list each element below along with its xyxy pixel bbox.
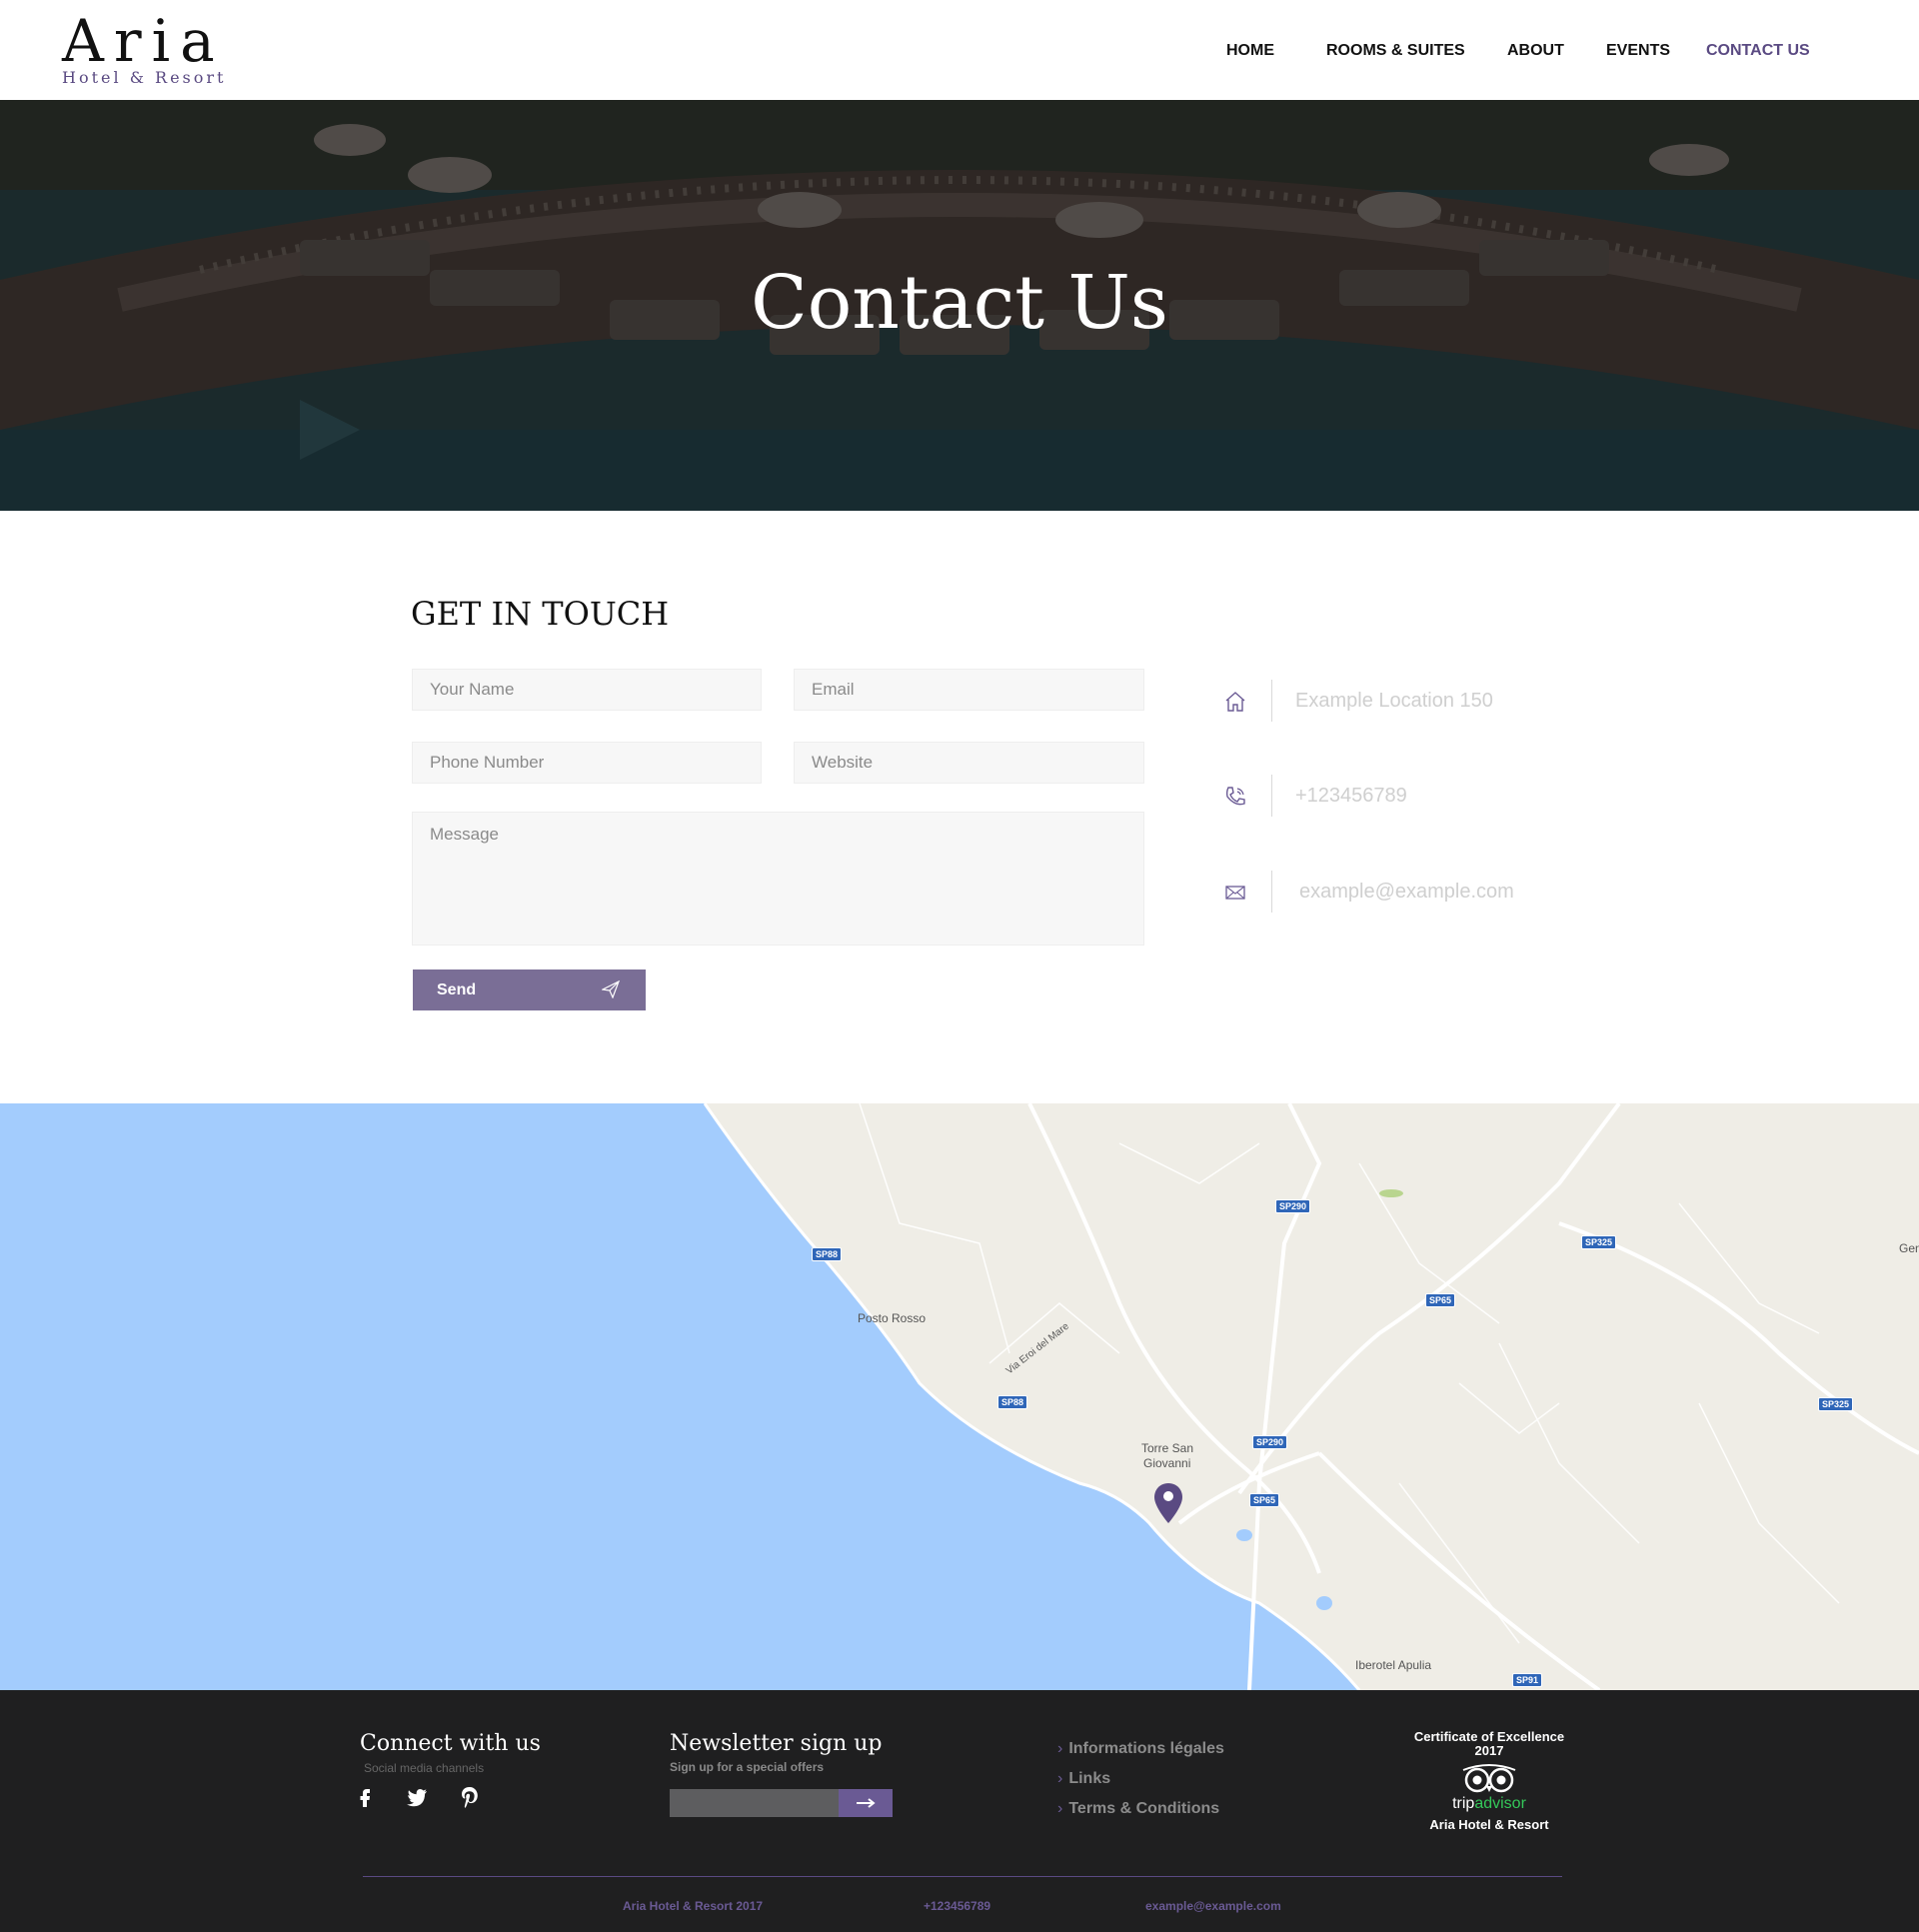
connect-title: Connect with us (360, 1731, 541, 1756)
tripadvisor-wordmark: tripadvisor (1389, 1795, 1589, 1813)
chevron-right-icon: › (1057, 1800, 1063, 1817)
pinterest-icon[interactable] (458, 1785, 482, 1809)
cert-line-1: Certificate of Excellence (1413, 1729, 1565, 1744)
footer-copyright: Aria Hotel & Resort 2017 (623, 1899, 764, 1913)
paper-plane-icon (602, 980, 620, 998)
map-pin-icon[interactable] (1152, 1481, 1184, 1525)
footer-link-label: Terms & Conditions (1068, 1800, 1220, 1817)
site-header: Aria Hotel & Resort HOME ROOMS & SUITES … (0, 0, 1919, 100)
page-title: Contact Us (751, 260, 1168, 346)
footer-email[interactable]: example@example.com (1145, 1899, 1281, 1913)
section-title: GET IN TOUCH (411, 595, 670, 633)
road-badge: SP65 (1425, 1293, 1456, 1307)
main-nav: HOME ROOMS & SUITES ABOUT EVENTS CONTACT… (0, 42, 1919, 64)
connect-subtitle: Social media channels (364, 1761, 485, 1775)
advisor-text: advisor (1474, 1795, 1526, 1812)
site-footer (0, 1690, 1919, 1932)
nav-home[interactable]: HOME (1226, 42, 1274, 60)
chevron-right-icon: › (1057, 1770, 1063, 1787)
map-label-iberotel: Iberotel Apulia (1355, 1658, 1432, 1672)
cert-hotel-name: Aria Hotel & Resort (1429, 1817, 1549, 1832)
nav-about[interactable]: ABOUT (1507, 42, 1564, 60)
newsletter-title: Newsletter sign up (670, 1731, 883, 1756)
footer-link-legal[interactable]: › Informations légales (1057, 1740, 1224, 1758)
map-label-torre-1: Torre San (1141, 1441, 1194, 1455)
map-label-gen: Gen (1899, 1241, 1919, 1255)
newsletter-email-input[interactable] (670, 1789, 840, 1817)
map-canvas (0, 1103, 1919, 1690)
phone-input[interactable] (412, 742, 762, 784)
road-badge: SP88 (812, 1247, 843, 1261)
send-button[interactable]: Send (413, 969, 646, 1010)
email-text: example@example.com (1299, 881, 1514, 903)
road-badge: SP325 (1818, 1397, 1854, 1411)
phone-icon (1225, 787, 1245, 806)
home-icon (1225, 692, 1245, 712)
road-badge: SP290 (1275, 1199, 1311, 1213)
trip-text: trip (1452, 1795, 1475, 1812)
chevron-right-icon: › (1057, 1740, 1063, 1757)
message-textarea[interactable] (412, 812, 1144, 946)
newsletter-subtitle: Sign up for a special offers (670, 1760, 825, 1774)
address-text: Example Location 150 (1295, 690, 1493, 712)
website-input[interactable] (794, 742, 1144, 784)
phone-text: +123456789 (1295, 785, 1407, 807)
newsletter-submit-button[interactable] (839, 1789, 893, 1817)
tripadvisor-certificate[interactable]: Certificate of Excellence 2017 tripadvis… (1389, 1729, 1589, 1832)
footer-phone[interactable]: +123456789 (924, 1899, 990, 1913)
send-button-label: Send (437, 980, 477, 998)
envelope-icon (1225, 886, 1245, 900)
road-badge: SP290 (1252, 1435, 1288, 1449)
facebook-icon[interactable] (353, 1785, 377, 1809)
info-address: Example Location 150 (1219, 680, 1619, 722)
name-input[interactable] (412, 669, 762, 711)
hero-banner: Contact Us (0, 100, 1919, 511)
footer-link-label: Informations légales (1068, 1740, 1224, 1757)
nav-events[interactable]: EVENTS (1606, 42, 1670, 60)
email-input[interactable] (794, 669, 1144, 711)
info-separator (1271, 775, 1272, 817)
info-email: example@example.com (1219, 871, 1619, 913)
map-label-posto-rosso: Posto Rosso (858, 1311, 927, 1325)
nav-rooms-suites[interactable]: ROOMS & SUITES (1326, 42, 1465, 60)
info-separator (1271, 680, 1272, 722)
nav-contact-us[interactable]: CONTACT US (1706, 42, 1810, 60)
location-map[interactable]: Posto Rosso Torre San Giovanni Iberotel … (0, 1103, 1919, 1690)
info-phone: +123456789 (1219, 775, 1619, 817)
tripadvisor-owl-icon (1462, 1764, 1516, 1793)
cert-line-2: 2017 (1474, 1743, 1504, 1758)
footer-divider (363, 1876, 1562, 1877)
road-badge: SP91 (1512, 1673, 1543, 1687)
footer-link-label: Links (1068, 1770, 1111, 1787)
footer-link-links[interactable]: › Links (1057, 1770, 1110, 1788)
road-badge: SP65 (1249, 1493, 1280, 1507)
footer-link-terms[interactable]: › Terms & Conditions (1057, 1800, 1219, 1818)
road-badge: SP88 (997, 1395, 1028, 1409)
logo-sub-text: Hotel & Resort (62, 68, 227, 87)
arrow-right-icon (857, 1797, 876, 1808)
info-separator (1271, 871, 1272, 913)
map-label-torre-2: Giovanni (1143, 1456, 1191, 1470)
twitter-icon[interactable] (405, 1785, 429, 1809)
road-badge: SP325 (1581, 1235, 1617, 1249)
